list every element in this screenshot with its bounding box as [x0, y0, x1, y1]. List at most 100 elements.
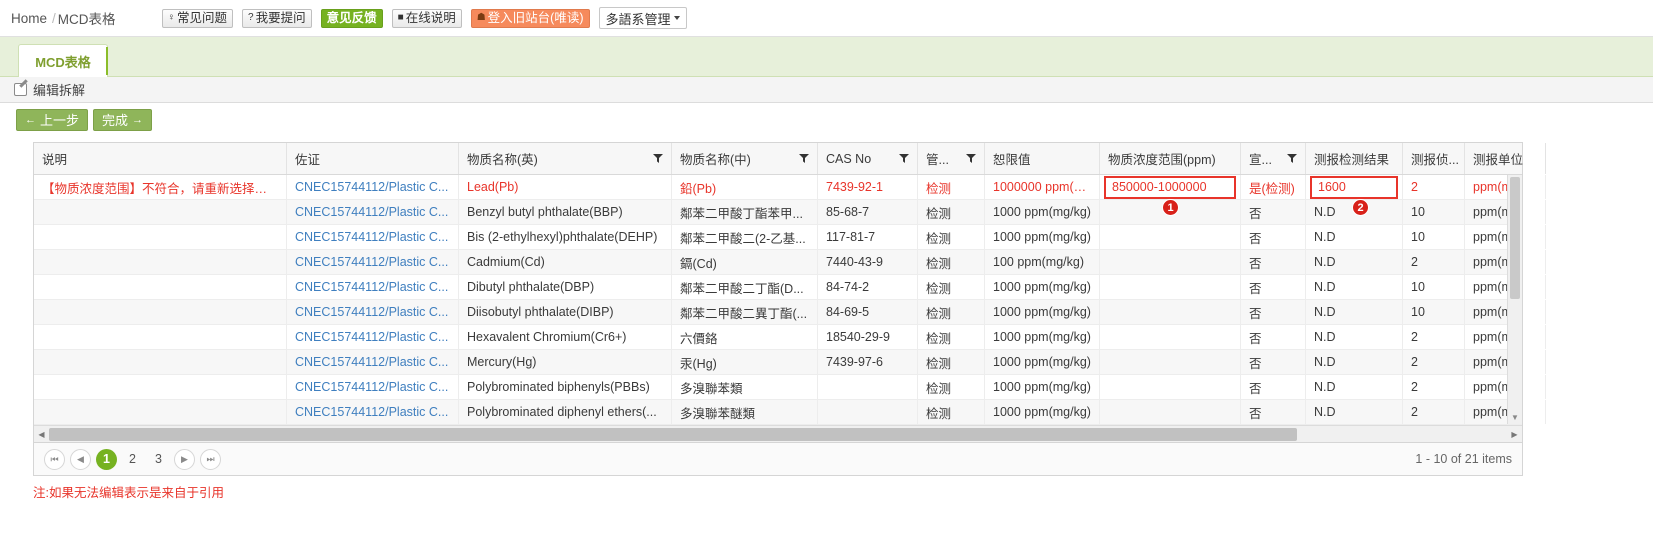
cell-conc_range[interactable]: 850000-1000000: [1100, 175, 1241, 199]
horizontal-scroll-thumb[interactable]: [49, 427, 1297, 441]
cell-test_result[interactable]: N.D: [1306, 375, 1403, 399]
cell-conc_range[interactable]: [1100, 375, 1241, 399]
horizontal-scroll-track[interactable]: [49, 427, 1507, 441]
column-header-test_result[interactable]: 测报检测结果: [1306, 143, 1403, 174]
column-header-test_limit[interactable]: 测报侦...: [1403, 143, 1465, 174]
cell-conc_range[interactable]: [1100, 250, 1241, 274]
toolbar-button-2[interactable]: ? 我要提问: [242, 8, 312, 28]
cell-conc_range[interactable]: [1100, 225, 1241, 249]
prev-page-icon[interactable]: ◀: [70, 448, 91, 470]
column-header-evidence[interactable]: 佐证: [287, 143, 459, 174]
scroll-left-icon[interactable]: ◀: [34, 430, 49, 439]
cell-name_en: Cadmium(Cd): [459, 250, 672, 274]
concentration-range-input[interactable]: 850000-1000000: [1104, 175, 1236, 199]
cell-conc_range[interactable]: [1100, 275, 1241, 299]
test-result-input[interactable]: 1600: [1310, 175, 1398, 199]
column-header-more[interactable]: [1546, 143, 1562, 174]
table-row[interactable]: CNEC15744112/Plastic C... Polybrominated …: [34, 400, 1546, 425]
cell-test_result[interactable]: N.D: [1306, 300, 1403, 324]
cell-conc_range[interactable]: [1100, 325, 1241, 349]
cell-evidence[interactable]: CNEC15744112/Plastic C...: [287, 175, 459, 199]
table-row[interactable]: CNEC15744112/Plastic C... Diisobutyl phth…: [34, 300, 1546, 325]
cell-evidence[interactable]: CNEC15744112/Plastic C...: [287, 350, 459, 374]
table-row[interactable]: CNEC15744112/Plastic C... Polybrominated …: [34, 375, 1546, 400]
arrow-right-icon: →: [132, 113, 144, 126]
table-row[interactable]: CNEC15744112/Plastic C... Bis (2-ethylhex…: [34, 225, 1546, 250]
cell-test_result[interactable]: N.D: [1306, 250, 1403, 274]
cell-evidence[interactable]: CNEC15744112/Plastic C...: [287, 300, 459, 324]
cell-evidence[interactable]: CNEC15744112/Plastic C...: [287, 375, 459, 399]
column-header-cas[interactable]: CAS No: [818, 143, 918, 174]
column-header-limit[interactable]: 恕限值: [985, 143, 1100, 174]
cell-evidence[interactable]: CNEC15744112/Plastic C...: [287, 200, 459, 224]
breadcrumb-home[interactable]: Home: [8, 11, 50, 26]
cell-conc_range[interactable]: [1100, 300, 1241, 324]
table-row[interactable]: CNEC15744112/Plastic C... Dibutyl phthala…: [34, 275, 1546, 300]
cell-text: 10: [1411, 205, 1425, 219]
cell-evidence[interactable]: CNEC15744112/Plastic C...: [287, 275, 459, 299]
column-header-declare[interactable]: 宣...: [1241, 143, 1306, 174]
toolbar-button-1[interactable]: ♀ 常见问题: [161, 8, 234, 28]
filter-icon[interactable]: [653, 154, 663, 163]
cell-text: 鉛(Pb): [680, 181, 717, 196]
cell-text: 117-81-7: [826, 230, 876, 244]
cell-test_result[interactable]: N.D: [1306, 400, 1403, 424]
toolbar-button-4[interactable]: ■ 在线说明: [391, 8, 462, 28]
table-row[interactable]: CNEC15744112/Plastic C... Mercury(Hg) 汞(Hg…: [34, 350, 1546, 375]
grid-vertical-scrollbar[interactable]: ▲ ▼: [1507, 175, 1522, 424]
table-row[interactable]: 【物质浓度范围】不符合，请重新选择除外 CNEC15744112/Plastic …: [34, 175, 1546, 200]
filter-icon[interactable]: [966, 154, 976, 163]
cell-declare: 否: [1241, 325, 1306, 349]
cell-control: 检测: [918, 375, 985, 399]
column-header-name_en[interactable]: 物质名称(英): [459, 143, 672, 174]
first-page-icon[interactable]: ⏮: [44, 448, 65, 470]
cell-test_result[interactable]: N.D: [1306, 325, 1403, 349]
pager-page-3[interactable]: 3: [148, 449, 169, 470]
toolbar-button-5[interactable]: ☗ 登入旧站台(唯读): [470, 8, 590, 28]
cell-more: [1546, 300, 1562, 324]
table-row[interactable]: CNEC15744112/Plastic C... Cadmium(Cd) 鎘(Cd…: [34, 250, 1546, 275]
cell-test_result[interactable]: N.D: [1306, 275, 1403, 299]
table-row[interactable]: CNEC15744112/Plastic C... Hexavalent Chro…: [34, 325, 1546, 350]
cell-evidence[interactable]: CNEC15744112/Plastic C...: [287, 250, 459, 274]
section-title: 编辑拆解: [33, 83, 86, 98]
language-select[interactable]: 多語系管理: [598, 7, 687, 29]
pager-page-1[interactable]: 1: [96, 448, 117, 470]
column-header-desc[interactable]: 说明: [34, 143, 287, 174]
column-header-control[interactable]: 管...: [918, 143, 985, 174]
cell-test_result[interactable]: N.D: [1306, 225, 1403, 249]
cell-conc_range[interactable]: [1100, 400, 1241, 424]
pager-page-2[interactable]: 2: [122, 449, 143, 470]
cell-conc_range[interactable]: [1100, 350, 1241, 374]
column-header-conc_range[interactable]: 物质浓度范围(ppm): [1100, 143, 1241, 174]
cell-test_result[interactable]: N.D: [1306, 350, 1403, 374]
cell-text: CNEC15744112/Plastic C...: [295, 180, 449, 194]
filter-icon[interactable]: [899, 154, 909, 163]
column-header-name_zh[interactable]: 物质名称(中): [672, 143, 818, 174]
column-header-test_unit[interactable]: 测报单位: [1465, 143, 1546, 174]
vertical-scroll-thumb[interactable]: [1510, 177, 1520, 299]
previous-step-button[interactable]: ← 上一步: [16, 108, 89, 131]
tab-mcd-form[interactable]: MCD表格: [18, 44, 108, 77]
cell-evidence[interactable]: CNEC15744112/Plastic C...: [287, 325, 459, 349]
cell-text: Benzyl butyl phthalate(BBP): [467, 205, 623, 219]
cell-test_result[interactable]: 1600: [1306, 175, 1403, 199]
cell-more: [1546, 200, 1562, 224]
next-page-icon[interactable]: ▶: [174, 448, 195, 470]
cell-text: 检测: [926, 331, 952, 346]
last-page-icon[interactable]: ⏭: [200, 448, 221, 470]
cell-declare: 否: [1241, 225, 1306, 249]
scroll-down-icon[interactable]: ▼: [1508, 411, 1522, 424]
filter-icon[interactable]: [799, 154, 809, 163]
cell-evidence[interactable]: CNEC15744112/Plastic C...: [287, 225, 459, 249]
finish-button[interactable]: 完成 →: [93, 108, 153, 131]
toolbar-button-3[interactable]: 意见反馈: [320, 8, 383, 28]
scroll-right-icon[interactable]: ▶: [1507, 430, 1522, 439]
arrow-left-icon: ←: [25, 113, 36, 126]
toolbar-button-label: 常见问题: [177, 10, 228, 25]
wizard-button-bar: ← 上一步 完成 →: [0, 103, 1653, 136]
grid-horizontal-scrollbar[interactable]: ◀ ▶: [34, 425, 1522, 442]
filter-icon[interactable]: [1287, 154, 1297, 163]
table-row[interactable]: CNEC15744112/Plastic C... Benzyl butyl ph…: [34, 200, 1546, 225]
cell-evidence[interactable]: CNEC15744112/Plastic C...: [287, 400, 459, 424]
